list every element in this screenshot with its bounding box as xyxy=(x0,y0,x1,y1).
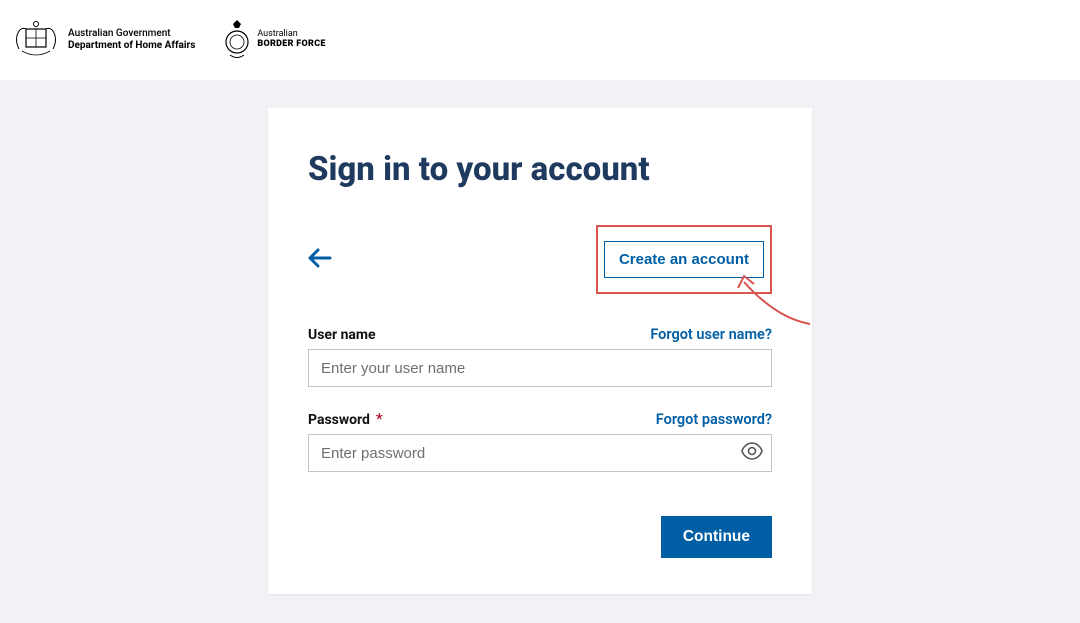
create-account-highlight: Create an account xyxy=(596,225,772,294)
top-row: Create an account xyxy=(308,225,772,294)
password-input[interactable] xyxy=(308,434,772,472)
username-label-row: User name Forgot user name? xyxy=(308,326,772,343)
username-input[interactable] xyxy=(308,349,772,387)
main: Sign in to your account Create an accoun… xyxy=(0,80,1080,594)
coat-of-arms-icon xyxy=(12,19,60,61)
password-label-row: Password * Forgot password? xyxy=(308,409,772,428)
username-label: User name xyxy=(308,327,376,343)
abf-logo-line2: BORDER FORCE xyxy=(257,40,325,50)
continue-button[interactable]: Continue xyxy=(661,516,772,558)
back-arrow-icon[interactable] xyxy=(308,248,332,272)
password-input-wrap xyxy=(308,434,772,472)
forgot-password-link[interactable]: Forgot password? xyxy=(656,411,772,428)
header: Australian Government Department of Home… xyxy=(0,0,1080,80)
signin-card: Sign in to your account Create an accoun… xyxy=(268,108,812,594)
abf-crest-icon xyxy=(223,18,251,62)
password-label: Password xyxy=(308,412,370,428)
toggle-password-visibility-icon[interactable] xyxy=(740,439,764,467)
required-mark: * xyxy=(376,409,383,428)
create-account-button[interactable]: Create an account xyxy=(604,241,764,278)
page-title: Sign in to your account xyxy=(308,150,772,189)
password-field-block: Password * Forgot password? xyxy=(308,409,772,472)
gov-logo-line1: Australian Government xyxy=(68,28,195,40)
username-input-wrap xyxy=(308,349,772,387)
abf-logo-block: Australian BORDER FORCE xyxy=(223,18,325,62)
gov-logo-line2: Department of Home Affairs xyxy=(68,40,195,52)
gov-logo-block: Australian Government Department of Home… xyxy=(12,19,195,61)
password-label-wrap: Password * xyxy=(308,409,383,428)
abf-logo-text: Australian BORDER FORCE xyxy=(257,30,325,50)
continue-row: Continue xyxy=(308,516,772,558)
callout-arrow-icon xyxy=(736,274,814,328)
username-field-block: User name Forgot user name? xyxy=(308,326,772,387)
gov-logo-text: Australian Government Department of Home… xyxy=(68,28,195,52)
forgot-username-link[interactable]: Forgot user name? xyxy=(650,326,772,343)
